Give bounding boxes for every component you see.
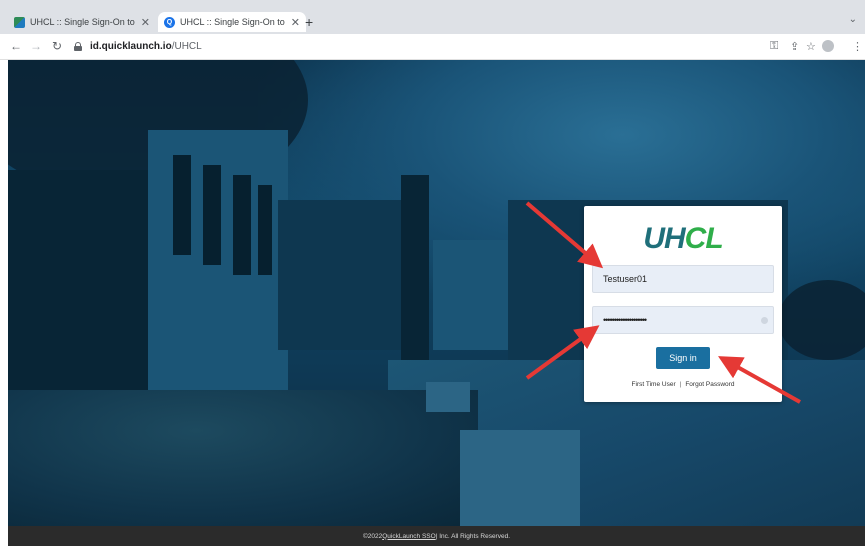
- username-input[interactable]: Testuser01: [592, 265, 774, 293]
- logo-cl: CL: [684, 222, 724, 255]
- password-value: ••••••••••••••••••••: [603, 315, 647, 325]
- menu-icon[interactable]: ⋮: [852, 40, 863, 53]
- sign-in-button[interactable]: Sign in: [656, 347, 710, 369]
- key-icon[interactable]: ⚿: [770, 40, 778, 53]
- tab-title: UHCL :: Single Sign-On to all y: [180, 17, 287, 27]
- uhcl-favicon-icon: [14, 16, 25, 28]
- browser-toolbar: ← → ↻ id.quicklaunch.io/UHCL ⚿ ⇪ ☆ ⋮: [0, 34, 865, 60]
- building-tower: [401, 175, 429, 375]
- link-separator: |: [679, 381, 682, 388]
- footer-suffix: | Inc. All Rights Reserved.: [435, 532, 511, 540]
- quicklaunch-favicon-icon: Q: [164, 16, 175, 28]
- forward-icon[interactable]: →: [30, 39, 42, 53]
- profile-icon[interactable]: [822, 40, 834, 52]
- quicklaunch-link[interactable]: QuickLaunch SSO: [382, 533, 435, 540]
- logo-uh: UH: [643, 222, 685, 255]
- building-glass: [433, 240, 513, 350]
- star-icon[interactable]: ☆: [806, 40, 816, 53]
- page-footer: ©2022 QuickLaunch SSO | Inc. All Rights …: [8, 526, 865, 546]
- tab-close-icon[interactable]: ✕: [141, 16, 150, 29]
- new-tab-button[interactable]: +: [305, 14, 313, 30]
- uhcl-logo: UHCL: [584, 222, 782, 256]
- password-input[interactable]: ••••••••••••••••••••: [592, 306, 774, 334]
- tree-right: [778, 280, 865, 360]
- url-path: /UHCL: [171, 41, 202, 52]
- bench: [426, 382, 470, 412]
- tab-close-icon[interactable]: ✕: [291, 16, 300, 29]
- login-links: First Time User | Forgot Password: [584, 381, 782, 388]
- garden: [8, 390, 478, 526]
- bench: [460, 430, 580, 526]
- tab-strip: UHCL :: Single Sign-On to all y ✕ Q UHCL…: [0, 0, 865, 34]
- back-icon[interactable]: ←: [10, 39, 22, 53]
- address-bar[interactable]: id.quicklaunch.io/UHCL: [74, 37, 734, 56]
- reload-icon[interactable]: ↻: [52, 39, 62, 53]
- tab-uhcl-2[interactable]: Q UHCL :: Single Sign-On to all y ✕: [158, 12, 306, 32]
- footer-prefix: ©2022: [362, 532, 383, 540]
- share-icon[interactable]: ⇪: [790, 40, 799, 53]
- login-card: UHCL Testuser01 •••••••••••••••••••• Sig…: [584, 206, 782, 402]
- tab-search-chevron-icon[interactable]: ⌄: [849, 14, 857, 25]
- password-autofill-icon[interactable]: [761, 317, 768, 324]
- building-center: [278, 200, 408, 350]
- forgot-password-link[interactable]: Forgot Password: [685, 381, 734, 388]
- first-time-user-link[interactable]: First Time User: [632, 381, 676, 388]
- tab-title: UHCL :: Single Sign-On to all y: [30, 17, 137, 27]
- url-host: id.quicklaunch.io: [90, 41, 172, 52]
- tab-uhcl-1[interactable]: UHCL :: Single Sign-On to all y ✕: [8, 12, 156, 32]
- lock-icon[interactable]: [74, 42, 82, 51]
